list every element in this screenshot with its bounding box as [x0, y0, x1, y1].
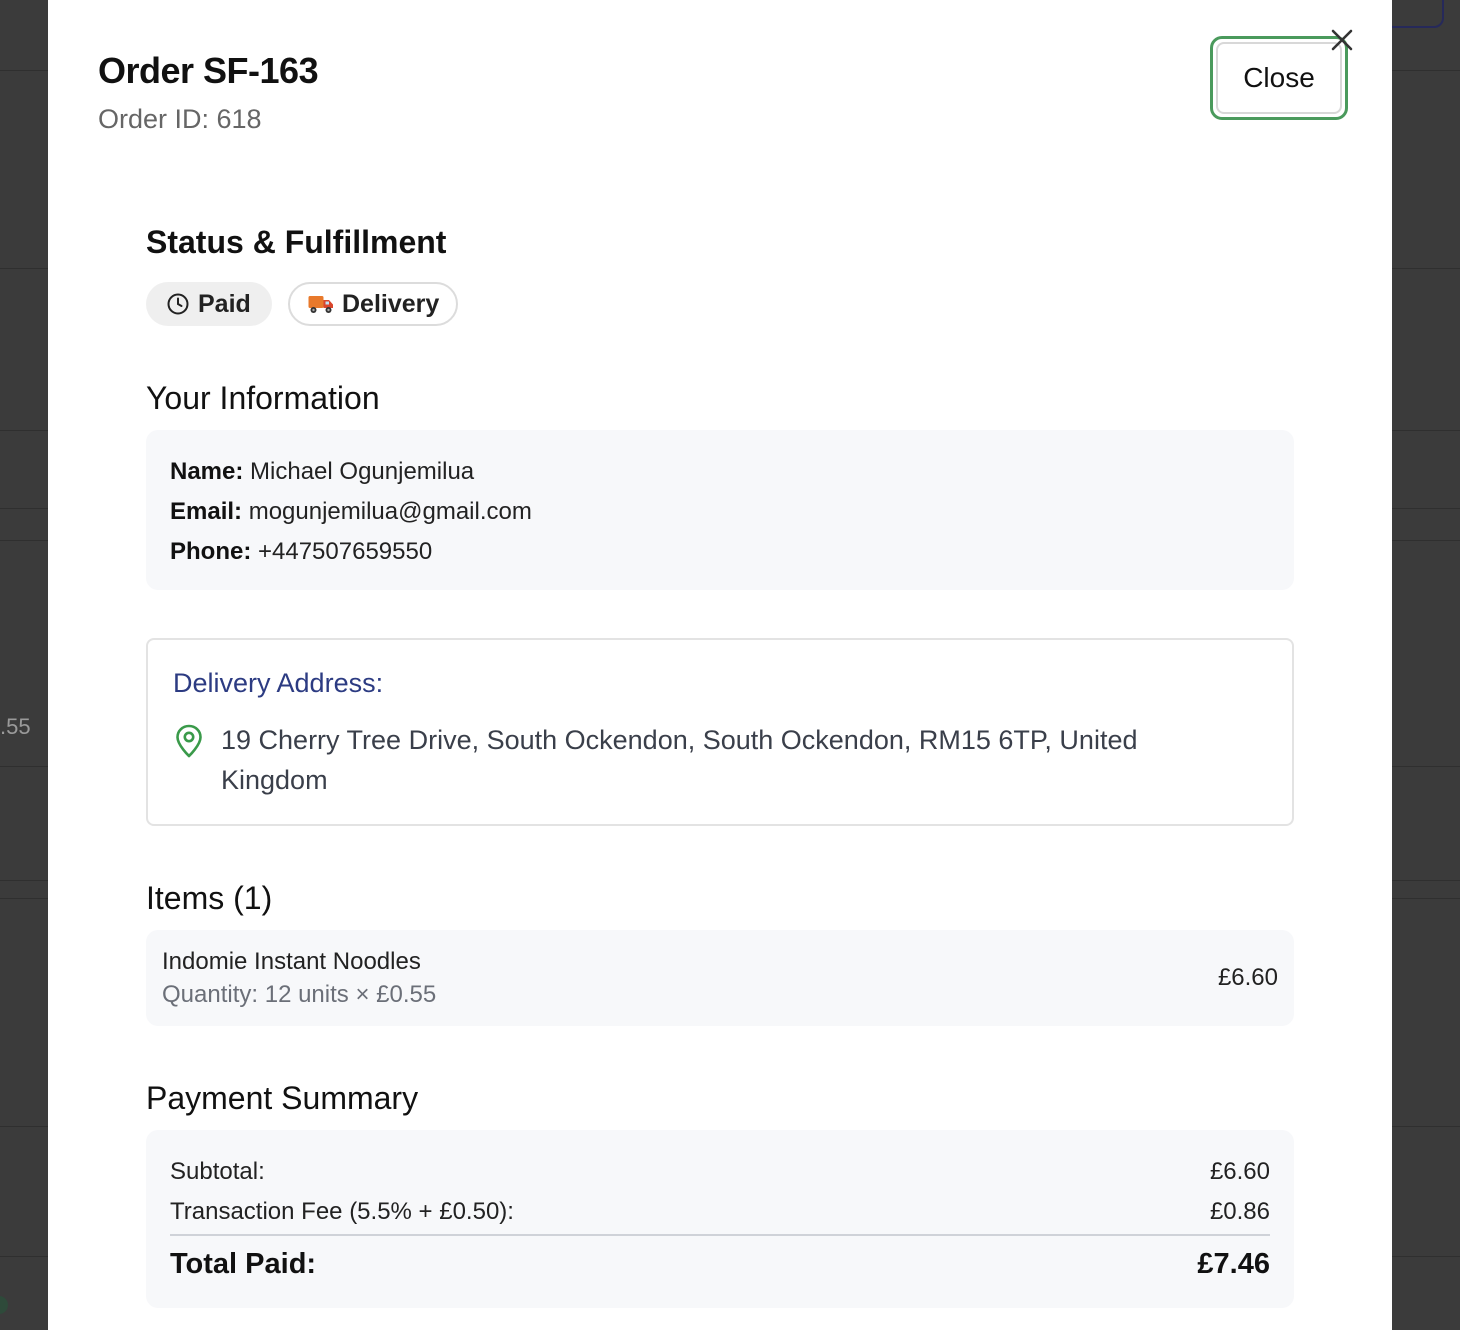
email-label: Email: — [170, 498, 243, 525]
status-heading: Status & Fulfillment — [146, 224, 447, 260]
delivery-address-text: 19 Cherry Tree Drive, South Ockendon, So… — [221, 725, 1138, 795]
clock-icon — [166, 292, 190, 316]
list-item: Indomie Instant Noodles Quantity: 12 uni… — [146, 930, 1294, 1026]
customer-name: Michael Ogunjemilua — [250, 458, 475, 485]
payment-summary-heading: Payment Summary — [146, 1080, 419, 1116]
total-value: £7.46 — [1197, 1248, 1270, 1280]
close-icon[interactable] — [1330, 28, 1354, 52]
modal-title: Order SF-163 — [98, 50, 319, 91]
background-indicator — [0, 1296, 8, 1314]
customer-info-heading: Your Information — [146, 380, 380, 416]
background-value: .55 — [0, 714, 31, 739]
item-quantity: Quantity: 12 units × £0.55 — [162, 981, 437, 1008]
customer-email: mogunjemilua@gmail.com — [248, 498, 532, 525]
fulfillment-badge: Delivery — [288, 282, 458, 326]
name-label: Name: — [170, 458, 244, 485]
items-heading: Items (1) — [146, 880, 273, 916]
transaction-fee-value: £0.86 — [1209, 1198, 1270, 1225]
background-button — [1384, 0, 1444, 28]
transaction-fee-row: Transaction Fee (5.5% + £0.50): £0.86 — [170, 1198, 1270, 1226]
customer-name-row: Name: Michael Ogunjemilua — [170, 458, 474, 486]
map-pin-icon — [176, 724, 202, 758]
item-price: £6.60 — [1217, 964, 1278, 991]
order-details-modal: Order SF-163 Order ID: 618 Close Status … — [48, 0, 1392, 1330]
subtotal-label: Subtotal: — [170, 1158, 265, 1185]
customer-phone: +447507659550 — [258, 538, 433, 565]
phone-label: Phone: — [170, 538, 252, 565]
delivery-truck-icon — [308, 293, 334, 315]
customer-email-row: Email: mogunjemilua@gmail.com — [170, 498, 532, 526]
customer-phone-row: Phone: +447507659550 — [170, 538, 432, 566]
payment-status-badge: Paid — [146, 282, 272, 326]
close-button-label: Close — [1216, 42, 1342, 114]
total-row: Total Paid: £7.46 — [170, 1248, 1270, 1281]
total-label: Total Paid: — [170, 1248, 317, 1280]
fulfillment-label: Delivery — [342, 289, 440, 318]
delivery-address-card: Delivery Address: 19 Cherry Tree Drive, … — [146, 638, 1294, 826]
close-button[interactable]: Close — [1210, 36, 1348, 120]
subtotal-value: £6.60 — [1209, 1158, 1270, 1185]
customer-info-card: Name: Michael Ogunjemilua Email: mogunje… — [146, 430, 1294, 590]
payment-summary-card: Subtotal: £6.60 Transaction Fee (5.5% + … — [146, 1130, 1294, 1308]
payment-status-label: Paid — [198, 289, 251, 318]
order-id-subtitle: Order ID: 618 — [98, 104, 262, 134]
subtotal-row: Subtotal: £6.60 — [170, 1158, 1270, 1186]
delivery-address-heading: Delivery Address: — [173, 668, 384, 698]
item-name: Indomie Instant Noodles — [162, 948, 421, 975]
transaction-fee-label: Transaction Fee (5.5% + £0.50): — [170, 1198, 514, 1225]
summary-divider — [170, 1234, 1270, 1236]
